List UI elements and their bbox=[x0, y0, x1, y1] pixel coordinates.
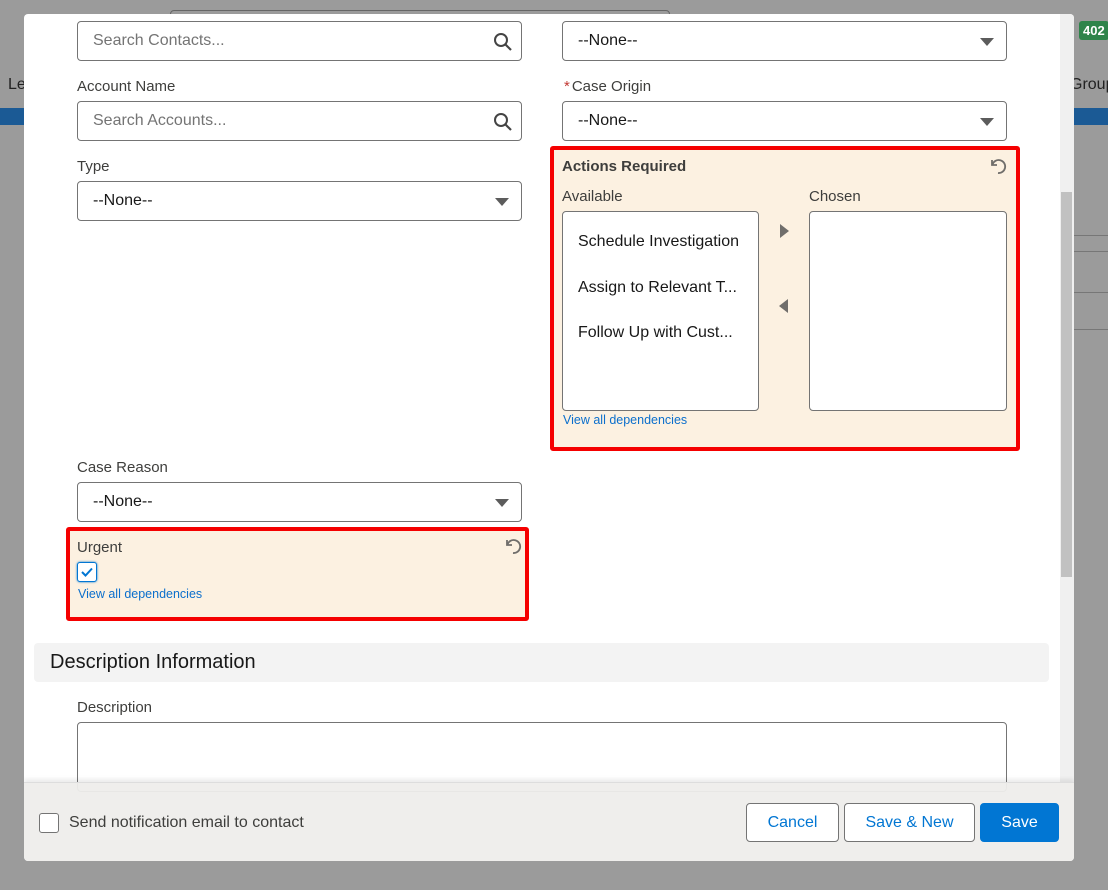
save-button[interactable]: Save bbox=[980, 803, 1059, 842]
background-badge: 402 bbox=[1079, 21, 1108, 40]
chevron-down-icon bbox=[980, 38, 994, 46]
new-case-modal: Search Contacts... --None-- Account Name… bbox=[24, 14, 1074, 861]
available-listbox[interactable]: Schedule Investigation Assign to Relevan… bbox=[562, 211, 759, 411]
case-origin-label: * Case Origin bbox=[564, 78, 651, 95]
divider bbox=[1074, 292, 1108, 293]
undo-icon[interactable] bbox=[988, 156, 1008, 176]
divider bbox=[1074, 251, 1108, 252]
contact-search-input[interactable]: Search Contacts... bbox=[77, 21, 522, 61]
available-option[interactable]: Follow Up with Cust... bbox=[578, 324, 733, 342]
urgent-label: Urgent bbox=[77, 539, 123, 556]
chevron-down-icon bbox=[495, 198, 509, 206]
move-to-chosen-button[interactable] bbox=[780, 224, 789, 238]
actions-required-title: Actions Required bbox=[562, 158, 687, 175]
required-marker: * bbox=[564, 78, 570, 95]
case-origin-select[interactable]: --None-- bbox=[562, 101, 1007, 141]
undo-icon[interactable] bbox=[503, 536, 523, 556]
move-to-available-button[interactable] bbox=[779, 299, 788, 313]
available-option[interactable]: Schedule Investigation bbox=[578, 233, 739, 251]
case-reason-select[interactable]: --None-- bbox=[77, 482, 522, 522]
description-label: Description bbox=[77, 699, 153, 716]
divider bbox=[1074, 235, 1108, 236]
description-section-header[interactable]: Description Information bbox=[34, 643, 1049, 682]
save-and-new-button[interactable]: Save & New bbox=[844, 803, 975, 842]
check-icon bbox=[81, 567, 93, 577]
select-value: --None-- bbox=[93, 192, 153, 209]
divider bbox=[1074, 329, 1108, 330]
account-search-placeholder: Search Accounts... bbox=[93, 112, 227, 129]
urgent-checkbox[interactable] bbox=[77, 562, 97, 582]
account-name-label: Account Name bbox=[77, 78, 176, 95]
cancel-button[interactable]: Cancel bbox=[746, 803, 839, 842]
actions-required-field: Actions Required Available Chosen Schedu… bbox=[550, 146, 1020, 451]
modal-scrollbar[interactable] bbox=[1060, 14, 1074, 861]
chevron-down-icon bbox=[980, 118, 994, 126]
top-right-select[interactable]: --None-- bbox=[562, 21, 1007, 61]
search-icon bbox=[494, 33, 512, 51]
type-label: Type bbox=[77, 158, 110, 175]
case-origin-label-text: Case Origin bbox=[571, 78, 652, 95]
search-icon bbox=[494, 113, 512, 131]
background-nav-text-right: Group bbox=[1070, 76, 1108, 93]
account-search-input[interactable]: Search Accounts... bbox=[77, 101, 522, 141]
send-notification-checkbox[interactable] bbox=[39, 813, 59, 833]
select-value: --None-- bbox=[578, 32, 638, 49]
type-select[interactable]: --None-- bbox=[77, 181, 522, 221]
send-notification-label: Send notification email to contact bbox=[69, 814, 304, 831]
scrollbar-thumb[interactable] bbox=[1061, 192, 1072, 577]
modal-footer: Send notification email to contact Cance… bbox=[24, 782, 1074, 861]
case-reason-label: Case Reason bbox=[77, 459, 168, 476]
chevron-down-icon bbox=[495, 499, 509, 507]
available-label: Available bbox=[562, 188, 623, 205]
select-value: --None-- bbox=[578, 112, 638, 129]
urgent-field: Urgent View all dependencies bbox=[66, 527, 529, 621]
chosen-label: Chosen bbox=[809, 188, 861, 205]
view-all-dependencies-link[interactable]: View all dependencies bbox=[78, 587, 202, 601]
contact-search-placeholder: Search Contacts... bbox=[93, 32, 225, 49]
available-option[interactable]: Assign to Relevant T... bbox=[578, 279, 737, 297]
select-value: --None-- bbox=[93, 493, 153, 510]
view-all-dependencies-link[interactable]: View all dependencies bbox=[563, 413, 687, 427]
chosen-listbox[interactable] bbox=[809, 211, 1007, 411]
